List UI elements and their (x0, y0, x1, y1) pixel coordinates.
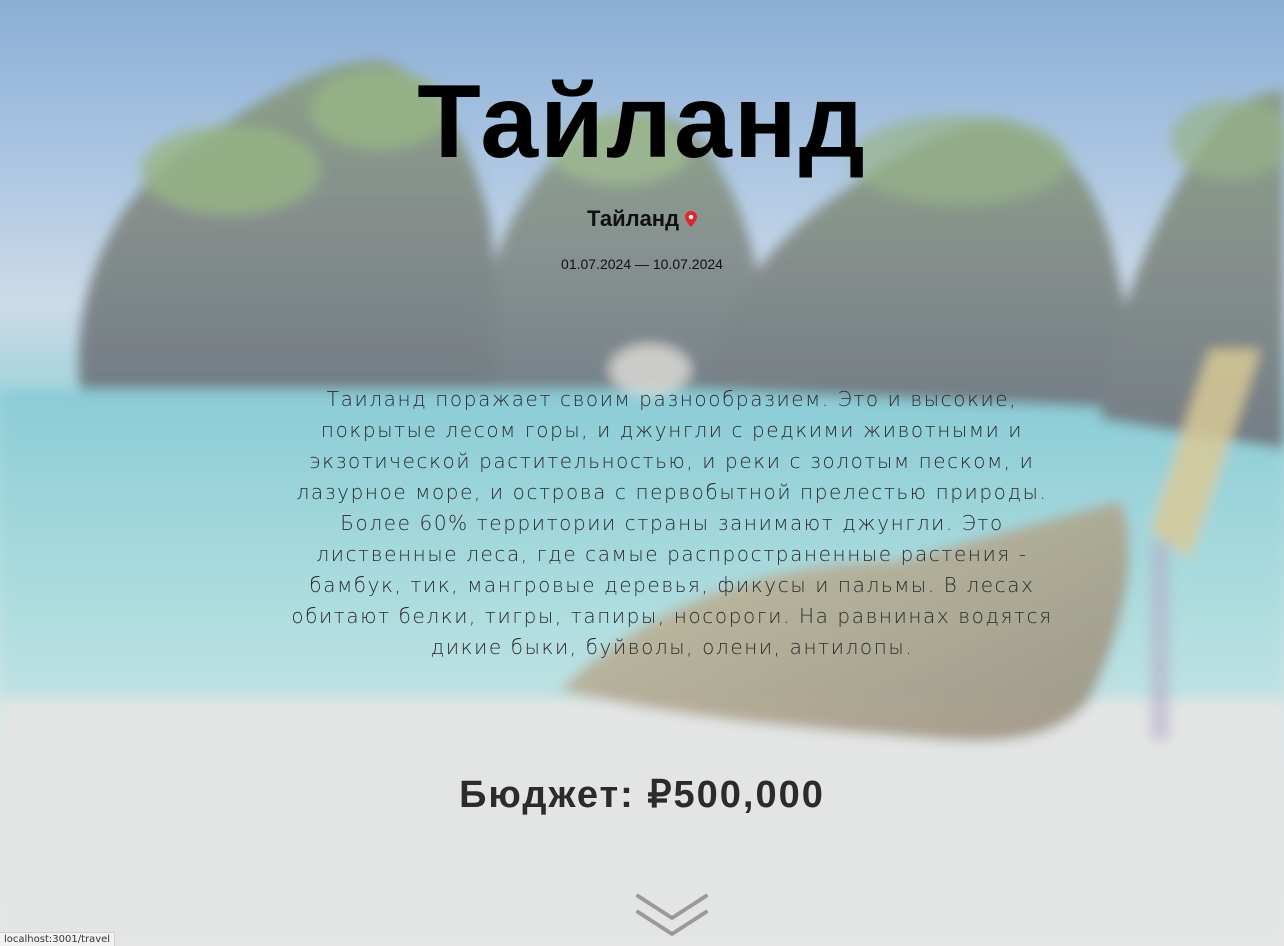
browser-status-url: localhost:3001/travel (0, 932, 116, 946)
trip-location: Тайланд (0, 206, 1284, 232)
location-label: Тайланд (586, 206, 680, 231)
trip-details: Тайланд Тайланд 01.07.2024 — 10.07.2024 … (0, 0, 1284, 946)
trip-dates: 01.07.2024 — 10.07.2024 (561, 256, 723, 272)
chevron-double-down-icon (636, 894, 708, 936)
trip-budget: Бюджет: ₽500,000 (459, 774, 825, 816)
trip-description: Таиланд поражает своим разнообразием. Эт… (291, 387, 1053, 659)
scroll-down-button[interactable] (634, 892, 710, 940)
trip-title: Тайланд (417, 64, 867, 180)
travel-page: Тайланд Тайланд 01.07.2024 — 10.07.2024 … (0, 0, 1284, 946)
map-pin-icon (685, 211, 698, 227)
